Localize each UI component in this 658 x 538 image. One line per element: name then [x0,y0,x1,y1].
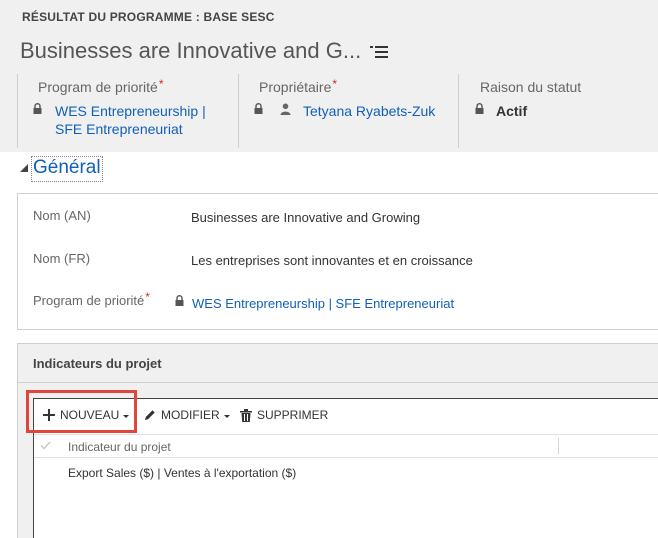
field-value-priority-link[interactable]: WES Entrepreneurship | SFE Entrepreneuri… [192,296,454,311]
collapse-triangle-icon[interactable] [20,164,28,172]
priority-link[interactable]: WES Entrepreneurship | SFE Entrepreneuri… [55,102,206,138]
lock-icon [254,103,263,114]
trash-icon [240,408,252,422]
field-label-name-en: Nom (AN) [33,208,91,223]
user-icon [280,103,291,115]
divider [17,74,18,148]
edit-button-label: MODIFIER [161,408,220,422]
pencil-icon [145,410,155,420]
divider [34,434,658,435]
divider [238,74,239,148]
required-mark: * [158,77,164,91]
check-icon[interactable] [40,441,51,450]
divider [458,74,459,148]
delete-button[interactable]: SUPPRIMER [240,408,328,422]
column-header-indicator[interactable]: Indicateur du projet [68,440,171,454]
column-separator[interactable] [558,438,559,454]
section-title-general[interactable]: Général [33,157,101,179]
field-label-priority: Program de priorité* [33,290,150,308]
subgrid-title: Indicateurs du projet [33,356,162,371]
required-mark: * [145,290,150,304]
field-value-name-fr[interactable]: Les entreprises sont innovantes et en cr… [191,253,473,268]
highlight-box [26,390,137,433]
record-title: Businesses are Innovative and G... [20,38,362,63]
edit-button[interactable]: MODIFIER [144,408,230,422]
field-value-name-en[interactable]: Businesses are Innovative and Growing [191,210,420,225]
dropdown-caret-icon [223,415,230,418]
delete-button-label: SUPPRIMER [257,408,329,422]
lock-icon [33,103,42,114]
lock-icon [475,103,484,114]
table-row[interactable]: Export Sales ($) | Ventes à l'exportatio… [68,466,296,480]
menu-icon[interactable] [370,45,388,59]
field-label-name-fr: Nom (FR) [33,251,91,266]
field-label: Raison du statut [480,79,582,95]
field-label: Program de priorité* [38,77,164,95]
divider [34,457,658,458]
field-label: Propriétaire* [259,77,338,95]
status-value: Actif [496,103,528,119]
header-field-status: Raison du statut [458,74,658,148]
required-mark: * [332,77,338,91]
lock-icon [175,295,184,306]
entity-type-label: RÉSULTAT DU PROGRAMME : BASE SESC [22,10,275,24]
owner-link[interactable]: Tetyana Ryabets-Zuk [303,102,435,120]
